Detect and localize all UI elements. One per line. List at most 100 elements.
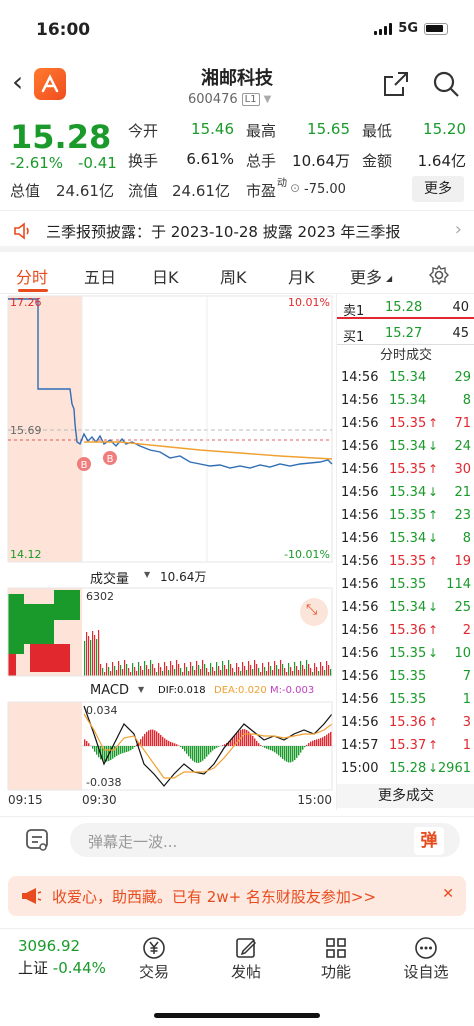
trade-price: 15.35: [389, 416, 427, 431]
stock-code-row[interactable]: 600476 L1 ▼: [188, 92, 271, 107]
trade-row: 14:56 15.35 114: [337, 573, 474, 596]
volume-bar: [112, 662, 114, 676]
total-cap-value: 24.61亿: [56, 182, 114, 200]
macd-dropdown-icon[interactable]: ▼: [138, 685, 144, 694]
volume-dropdown-icon[interactable]: ▼: [144, 570, 150, 579]
volume-bar: [190, 662, 192, 676]
tab-weekly-k[interactable]: 周K: [220, 264, 247, 288]
quote-value: 1.64亿: [417, 152, 466, 170]
volume-value: 10.64万: [160, 570, 207, 584]
volume-bar: [114, 666, 116, 676]
share-icon[interactable]: [382, 70, 410, 98]
trade-volume: 21: [454, 485, 471, 500]
promo-banner[interactable]: 收爱心，助西藏。已有 2w+ 名东财股友参加>> ✕: [8, 876, 466, 916]
macd-bar: [132, 746, 134, 749]
volume-max-label: 6302: [86, 590, 114, 603]
nav-post-label: 发帖: [230, 963, 261, 981]
tab-more[interactable]: 更多: [350, 264, 382, 288]
macd-bar: [172, 742, 174, 746]
volume-bar: [118, 661, 120, 676]
nav-trade[interactable]: 交易: [124, 935, 184, 982]
volume-bar: [192, 666, 194, 676]
close-icon[interactable]: ✕: [442, 886, 454, 902]
nav-trade-label: 交易: [138, 963, 169, 981]
volume-bar: [162, 671, 164, 676]
macd-bar: [216, 746, 218, 748]
more-button[interactable]: 更多: [412, 176, 464, 202]
volume-bar: [310, 668, 312, 676]
volume-bar: [252, 669, 254, 676]
tab-intraday[interactable]: 分时: [16, 264, 48, 288]
info-icon[interactable]: ⊙: [290, 181, 300, 195]
settings-icon[interactable]: [428, 264, 450, 286]
comment-list-icon[interactable]: [24, 827, 50, 853]
more-trades-button[interactable]: 更多成交: [337, 784, 474, 808]
trade-volume: 8: [462, 393, 471, 408]
volume-bar: [244, 666, 246, 676]
volume-bar: [242, 662, 244, 676]
volume-bar: [126, 664, 128, 676]
trade-price: 15.34: [389, 600, 427, 615]
danmu-button[interactable]: 弹: [414, 827, 444, 855]
nav-functions[interactable]: 功能: [306, 935, 366, 982]
pe-value: -75.00: [304, 182, 346, 197]
tab-daily-k[interactable]: 日K: [152, 264, 179, 288]
volume-bar: [96, 639, 98, 676]
trade-row: 14:56 15.35 ↑ 23: [337, 504, 474, 527]
trade-row: 14:56 15.34 8: [337, 389, 474, 412]
bid-row[interactable]: 买1 15.27 45: [337, 322, 474, 345]
macd-bar: [222, 745, 224, 746]
volume-bar: [250, 665, 252, 676]
volume-bar: [142, 670, 144, 676]
trade-price: 15.35: [389, 669, 427, 684]
macd-bar: [246, 729, 248, 746]
volume-bar: [176, 660, 178, 676]
macd-low-label: -0.038: [86, 776, 121, 789]
volume-bar: [24, 604, 54, 644]
volume-bar: [270, 666, 272, 676]
trade-time: 14:57: [341, 738, 379, 753]
macd-label[interactable]: MACD: [90, 683, 129, 698]
tab-five-day[interactable]: 五日: [84, 264, 116, 288]
change-percent: -2.61%: [10, 154, 64, 172]
trade-price: 15.34: [389, 393, 427, 408]
chart-tabs: 分时 五日 日K 周K 月K 更多 ◢: [0, 258, 474, 294]
volume-bar: [84, 641, 86, 676]
macd-bar: [180, 746, 182, 748]
intraday-chart[interactable]: B B 17.26 15.69 14.12 10.01% -10.01% 630…: [0, 294, 336, 810]
total-cap-label: 总值: [10, 182, 41, 200]
volume-bar: [148, 669, 150, 676]
ask-row[interactable]: 卖1 15.28 40: [337, 296, 474, 319]
trade-price: 15.35: [389, 577, 427, 592]
nav-post[interactable]: 发帖: [216, 935, 276, 982]
tab-monthly-k[interactable]: 月K: [288, 264, 315, 288]
volume-bar: [160, 667, 162, 676]
volume-bar: [8, 594, 24, 654]
macd-bar: [296, 746, 298, 758]
macd-bar: [118, 746, 120, 755]
macd-bar: [314, 739, 316, 746]
search-icon[interactable]: [432, 70, 460, 98]
stock-code: 600476: [188, 92, 238, 107]
trade-volume: 30: [454, 462, 471, 477]
time-label-start: 09:15: [8, 793, 43, 807]
notice-text: 三季报预披露：于 2023-10-28 披露 2023 年三季报: [46, 223, 401, 241]
volume-bar: [274, 661, 276, 676]
nav-watchlist[interactable]: 设自选: [396, 935, 456, 982]
index-ticker[interactable]: 3096.92 上证 -0.44%: [18, 937, 106, 978]
trade-time: 14:56: [341, 531, 379, 546]
macd-bar: [260, 745, 262, 746]
trade-direction: ↑: [428, 554, 439, 568]
macd-bar: [300, 746, 302, 753]
trade-row: 14:56 15.35 1: [337, 688, 474, 711]
volume-label[interactable]: 成交量: [90, 568, 129, 587]
comment-input[interactable]: 弹幕走一波... 弹: [70, 823, 460, 857]
expand-chart-button[interactable]: ⤡: [300, 598, 328, 626]
macd-bar: [122, 746, 124, 754]
volume-bar: [216, 662, 218, 676]
notice-bar[interactable]: 三季报预披露：于 2023-10-28 披露 2023 年三季报 ›: [0, 210, 474, 252]
volume-bar: [322, 666, 324, 676]
trade-volume: 71: [454, 416, 471, 431]
macd-shade: [8, 702, 82, 790]
volume-bar: [182, 672, 184, 676]
